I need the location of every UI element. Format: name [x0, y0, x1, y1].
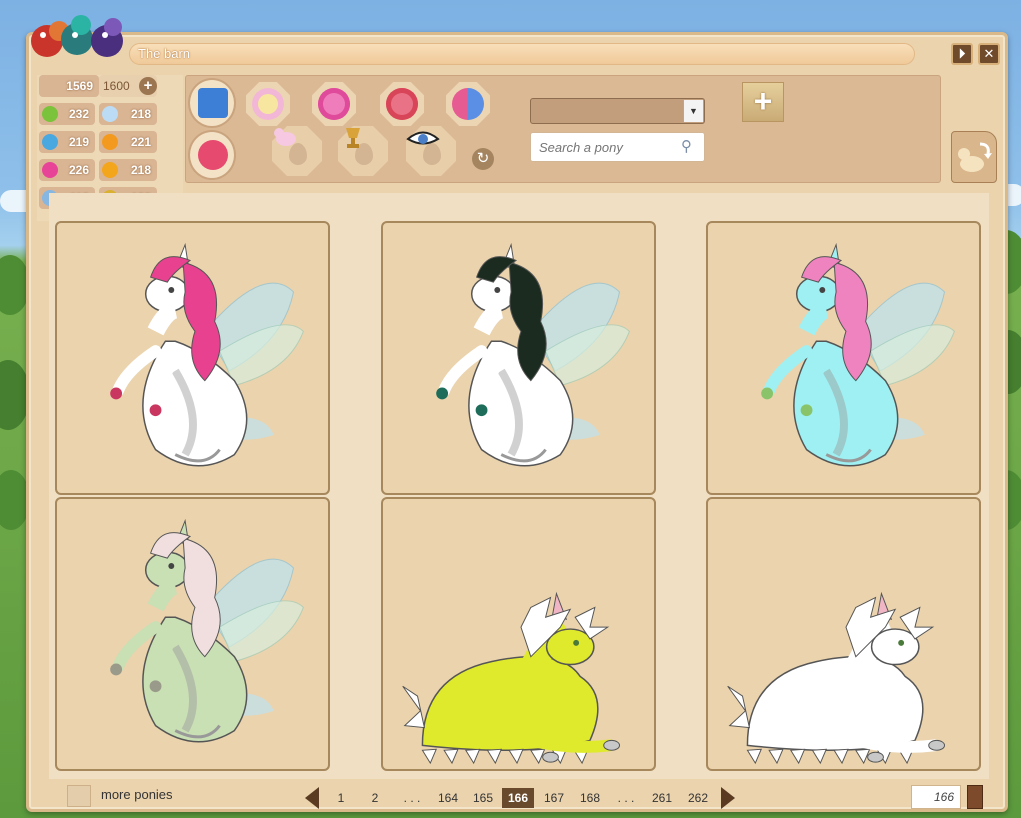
page-ellipsis: . . .: [403, 791, 421, 805]
pony-image: [436, 242, 630, 467]
pony-image: [110, 242, 304, 467]
filter-love[interactable]: [380, 82, 424, 126]
unicorn-icon: [274, 128, 296, 146]
filter-gender[interactable]: [312, 82, 356, 126]
pony-card[interactable]: [706, 497, 981, 771]
barn-window: The barn ⏵ ✕ 1569 1600 + 232 218 219 221…: [26, 15, 1008, 812]
heart-ring-icon: [386, 88, 418, 120]
sort-select[interactable]: ▼: [530, 98, 705, 124]
stat-paw: 218: [99, 159, 157, 181]
heart-icon: [42, 162, 58, 178]
stat-swirl: 221: [99, 131, 157, 153]
more-ponies-checkbox[interactable]: [67, 785, 91, 807]
page-link[interactable]: 165: [468, 788, 498, 808]
tab-favorites[interactable]: [188, 78, 236, 128]
pony-pair-icon: [452, 88, 484, 120]
page-link[interactable]: 164: [433, 788, 463, 808]
add-filter-button[interactable]: +: [742, 82, 784, 122]
filter-toolbar: ↻ ▼ ⚲ +: [185, 75, 941, 183]
pony-card[interactable]: [55, 497, 330, 771]
pony-image: [110, 518, 304, 743]
add-money-button[interactable]: +: [139, 77, 157, 95]
pony-card[interactable]: [381, 497, 656, 771]
refresh-icon[interactable]: ↻: [472, 148, 494, 170]
stat-heart: 226: [39, 159, 95, 181]
money-count: 1569: [39, 75, 99, 97]
page-link[interactable]: 261: [647, 788, 677, 808]
page-link[interactable]: 167: [539, 788, 569, 808]
page-ellipsis: . . .: [617, 791, 635, 805]
pony-image: [761, 242, 955, 467]
stat-footprint: 219: [39, 131, 95, 153]
game-logo-icon: [31, 15, 123, 57]
go-page-button[interactable]: [967, 785, 983, 809]
trophy-icon: [346, 128, 360, 148]
gender-icon: [318, 88, 350, 120]
search-icon[interactable]: ⚲: [681, 137, 692, 155]
folder-star-icon: [198, 88, 228, 118]
swirl-icon: [102, 134, 118, 150]
pony-image: [727, 591, 945, 765]
pony-transfer-icon: [958, 142, 992, 172]
window-title: The barn: [129, 43, 915, 65]
page-link[interactable]: 262: [683, 788, 713, 808]
pony-card[interactable]: [706, 221, 981, 495]
search-input[interactable]: [530, 132, 705, 162]
pony-grid: [49, 193, 989, 779]
stat-apple: 232: [39, 103, 95, 125]
filter-species[interactable]: [246, 82, 290, 126]
page-link[interactable]: 2: [363, 788, 387, 808]
page-number-input[interactable]: [911, 785, 961, 809]
page-link[interactable]: 168: [575, 788, 605, 808]
minimize-button[interactable]: ⏵: [951, 43, 973, 65]
paw-icon: [102, 162, 118, 178]
pony-card[interactable]: [381, 221, 656, 495]
move-pony-button[interactable]: [951, 131, 997, 183]
close-button[interactable]: ✕: [978, 43, 1000, 65]
apple-icon: [42, 106, 58, 122]
pony-card[interactable]: [55, 221, 330, 495]
prev-page-arrow-icon[interactable]: [305, 787, 319, 809]
next-page-arrow-icon[interactable]: [721, 787, 735, 809]
pony-image: [402, 591, 620, 765]
tab-starred[interactable]: [188, 130, 236, 180]
stat-cloud: 218: [99, 103, 157, 125]
eye-icon: [406, 131, 440, 145]
page-link[interactable]: 1: [329, 788, 353, 808]
page-link-active[interactable]: 166: [502, 788, 534, 808]
flower-icon: [252, 88, 284, 120]
chevron-down-icon[interactable]: ▼: [683, 100, 703, 122]
star-icon: [198, 140, 228, 170]
filter-couple[interactable]: [446, 82, 490, 126]
footprint-icon: [42, 134, 58, 150]
cloud-icon: [102, 106, 118, 122]
more-ponies-label: more ponies: [101, 787, 173, 802]
